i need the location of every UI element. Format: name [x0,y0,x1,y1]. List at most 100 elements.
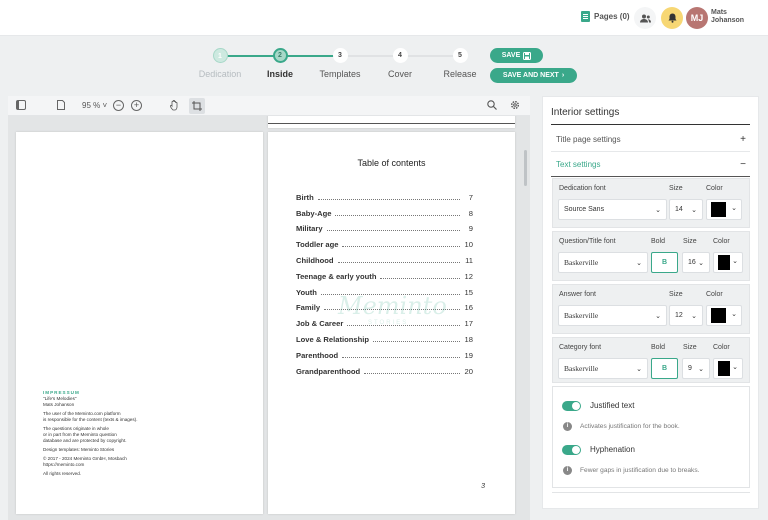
viewer-toolbar: 95 % ˅ − + [8,96,530,116]
step-cover[interactable]: 4 Cover [370,48,430,79]
answer-size-select[interactable]: 12 ⌄ [669,305,703,326]
chevron-down-icon: ⌄ [636,364,642,373]
hyphenation-info: Fewer gaps in justification due to break… [580,467,700,474]
toc-leader [317,198,460,200]
selected-size: 12 [675,312,683,319]
notifications-button[interactable] [661,7,683,29]
dedication-color-picker[interactable]: ⌄ [706,199,742,220]
user-first-name: Mats [711,9,727,16]
chevron-right-icon: › [561,72,565,79]
size-label: Size [669,291,683,298]
crop-icon [192,101,202,111]
viewer-settings-button[interactable] [510,100,520,112]
search-icon [487,100,497,110]
dedication-font-label: Dedication font [559,185,606,192]
toc-page: Table of contents Birth 7 Baby-Age 8 Militar… [268,132,515,514]
viewer-scrollbar[interactable] [524,150,527,186]
justified-text-toggle[interactable] [562,401,581,411]
dedication-size-select[interactable]: 14 ⌄ [669,199,703,220]
minus-icon: − [740,159,746,170]
book-preview[interactable]: IMPRESSUM "Life's Melodies" Mats Johanson… [8,116,530,520]
title-page-settings-accordion[interactable]: Title page settings + [551,128,750,152]
toc-entry-name: Job & Career [296,319,344,329]
size-label: Size [683,238,697,245]
category-size-select[interactable]: 9 ⌄ [682,358,710,379]
search-button[interactable] [487,100,497,112]
step-number: 2 [272,48,288,63]
selected-font: Baskerville [564,311,599,320]
toc-entry-name: Family [296,303,321,313]
hyphenation-label: Hyphenation [590,445,635,454]
toc-entry[interactable]: Grandparenthood 20 [296,360,473,376]
answer-font-card: Answer font Size Color Baskerville ⌄ 12 ⌄ … [552,284,750,334]
step-templates[interactable]: 3 Templates [310,48,370,79]
color-swatch [718,255,730,270]
page-number: 3 [481,483,485,490]
imprint-text: IMPRESSUM "Life's Melodies" Mats Johanson… [43,390,243,477]
user-name[interactable]: Mats Johanson [711,9,744,25]
zoom-in-button[interactable]: + [131,100,142,111]
answer-font-select[interactable]: Baskerville ⌄ [558,305,667,326]
question-font-card: Question/Title font Bold Size Color Bask… [552,231,750,281]
toc-entry[interactable]: Birth 7 [296,186,473,202]
bold-label: Bold [651,238,666,245]
question-font-select[interactable]: Baskerville ⌄ [558,252,648,273]
toc-entry-page: 12 [464,271,473,281]
category-font-select[interactable]: Baskerville ⌄ [558,358,648,379]
select-tool-button[interactable] [189,98,205,114]
save-and-next-button[interactable]: SAVE AND NEXT › [490,68,577,83]
zoom-select[interactable]: 95 % ˅ [82,101,107,110]
chevron-down-icon: ⌄ [655,311,661,320]
toc-entry[interactable]: Parenthood 19 [296,344,473,360]
color-label: Color [706,291,723,298]
pan-tool-button[interactable] [170,99,180,113]
avatar[interactable]: MJ [686,7,708,29]
category-bold-toggle[interactable]: B [651,358,678,379]
save-button[interactable]: SAVE [490,48,543,63]
question-size-select[interactable]: 16 ⌄ [682,252,710,273]
toc-entry[interactable]: Toddler age 10 [296,233,473,249]
toc-list: Birth 7 Baby-Age 8 Military 9 Toddler age 10 Chi… [296,186,473,376]
text-settings-accordion[interactable]: Text settings − [551,153,750,177]
justified-text-info: Activates justification for the book. [580,423,680,430]
size-label: Size [683,344,697,351]
toc-entry[interactable]: Love & Relationship 18 [296,328,473,344]
toc-entry[interactable]: Teenage & early youth 12 [296,265,473,281]
text-options-card: Justified text i Activates justification… [552,386,750,488]
chevron-down-icon: ⌄ [636,258,642,267]
toc-entry[interactable]: Childhood 11 [296,249,473,265]
answer-color-picker[interactable]: ⌄ [706,305,742,326]
toc-entry-page: 11 [465,255,473,265]
dedication-font-select[interactable]: Source Sans ⌄ [558,199,667,220]
toc-entry[interactable]: Military 9 [296,218,473,233]
step-inside[interactable]: 2 Inside [250,48,310,79]
save-next-label: SAVE AND NEXT [502,72,559,79]
step-dedication[interactable]: 1 Dedication [190,48,250,79]
hyphenation-toggle[interactable] [562,445,581,455]
zoom-level: 95 % [82,101,101,110]
category-color-picker[interactable]: ⌄ [713,358,743,379]
question-bold-toggle[interactable]: B [651,252,678,273]
toc-entry-page: 7 [468,192,473,202]
bold-label: Bold [651,344,666,351]
step-release[interactable]: 5 Release [430,48,490,79]
chevron-down-icon: ⌄ [732,258,738,265]
hand-icon [170,99,178,111]
toc-entry[interactable]: Baby-Age 8 [296,202,473,218]
pages-button[interactable]: Pages (0) [581,11,630,22]
color-swatch [711,202,726,217]
sidebar-icon [16,100,26,110]
page-icon [57,100,65,110]
toc-entry-page: 15 [464,287,473,297]
toc-leader [335,214,460,216]
toc-leader [342,356,460,358]
sidebar-toggle-button[interactable] [16,100,26,110]
page-view-button[interactable] [57,100,65,112]
collaborators-button[interactable] [634,7,656,29]
step-label: Release [443,69,477,79]
toc-entry-name: Toddler age [296,240,339,250]
toc-entry-name: Teenage & early youth [296,271,377,281]
panel-footer [552,492,750,506]
zoom-out-button[interactable]: − [113,100,124,111]
question-color-picker[interactable]: ⌄ [713,252,743,273]
